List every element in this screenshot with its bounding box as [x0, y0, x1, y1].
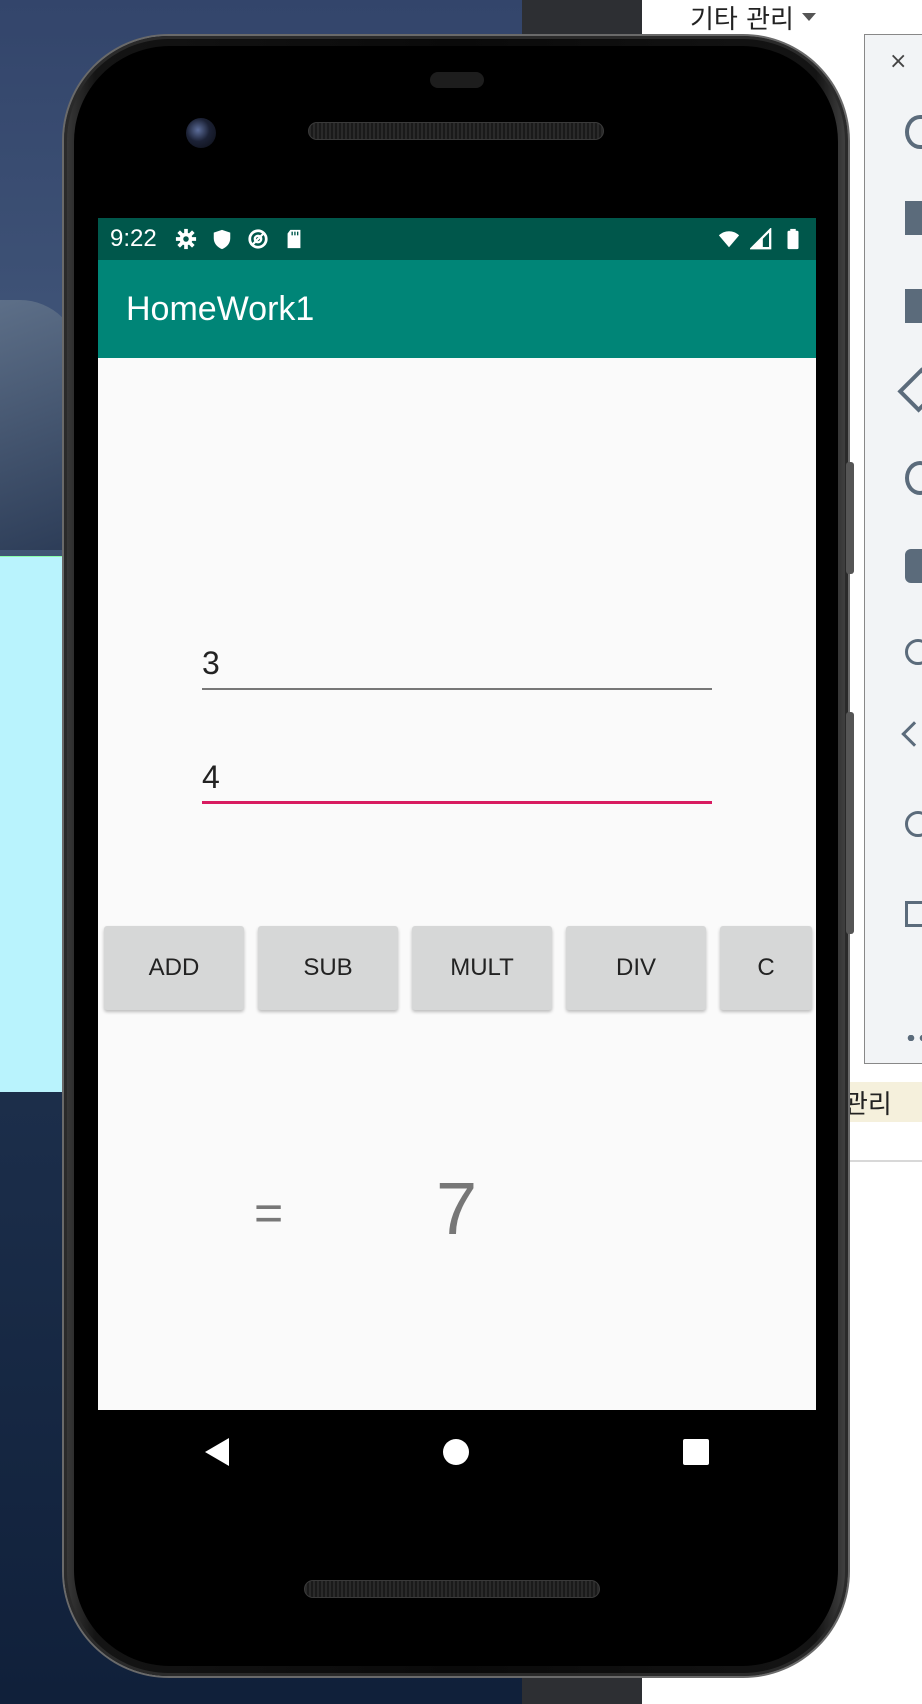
result-value: 7 [436, 1167, 478, 1250]
close-icon[interactable]: × [889, 49, 907, 74]
navigation-bar [98, 1410, 816, 1494]
back-icon[interactable] [205, 1438, 229, 1466]
settings-icon [175, 228, 196, 250]
volume-up-icon[interactable] [905, 201, 922, 235]
caret-down-icon [801, 13, 816, 21]
front-camera-icon [186, 118, 216, 148]
div-button[interactable]: DIV [566, 926, 706, 1010]
proximity-sensor [430, 72, 484, 88]
back-icon[interactable] [901, 721, 922, 747]
number-input-2-value: 4 [202, 759, 220, 795]
number-input-2-underline [202, 801, 712, 804]
phone-screen: 9:22 HomeWork1 3 4 ADD SUB MULT DIV C = … [98, 218, 816, 1410]
status-left-icons [175, 228, 305, 250]
number-input-2[interactable]: 4 [202, 752, 712, 804]
earpiece-speaker [308, 122, 604, 140]
sd-card-icon [287, 229, 301, 249]
status-time: 9:22 [110, 225, 157, 252]
home-icon[interactable] [905, 811, 922, 837]
background-window [0, 556, 66, 1092]
number-input-1-value: 3 [202, 645, 220, 681]
number-input-1-underline [202, 688, 712, 690]
volume-down-icon[interactable] [905, 289, 922, 323]
phone-volume-button[interactable] [846, 462, 854, 574]
bottom-speaker [304, 1580, 600, 1598]
app-title: HomeWork1 [126, 289, 315, 328]
power-icon[interactable] [905, 115, 922, 149]
status-right-icons [718, 228, 804, 250]
sub-button[interactable]: SUB [258, 926, 398, 1010]
wifi-icon [718, 231, 740, 248]
rotate-left-icon[interactable] [897, 367, 922, 413]
overview-icon[interactable] [905, 901, 922, 927]
signal-icon [750, 228, 772, 250]
at-sign-icon [248, 229, 268, 249]
emulator-side-toolbar: × [864, 34, 922, 1064]
number-input-1[interactable]: 3 [202, 638, 712, 690]
home-icon[interactable] [443, 1439, 469, 1465]
app-bar: HomeWork1 [98, 260, 816, 358]
recents-icon[interactable] [683, 1439, 709, 1465]
divider [842, 1160, 922, 1162]
shield-icon [213, 229, 230, 250]
more-icon[interactable] [905, 1035, 922, 1041]
mult-button[interactable]: MULT [412, 926, 552, 1010]
zoom-icon[interactable] [905, 639, 922, 665]
other-manage-menu-label: 기타 관리 [690, 4, 794, 35]
camera-icon[interactable] [905, 549, 922, 583]
status-bar: 9:22 [98, 218, 816, 260]
add-button[interactable]: ADD [104, 926, 244, 1010]
rotate-right-icon[interactable] [905, 461, 922, 495]
other-manage-menu[interactable]: 기타 관리 [690, 0, 816, 35]
phone-power-button[interactable] [846, 712, 854, 934]
equals-sign: = [254, 1185, 284, 1241]
clear-button[interactable]: C [720, 926, 812, 1010]
manage-label: 관리 [842, 1082, 922, 1122]
battery-icon [787, 228, 799, 250]
